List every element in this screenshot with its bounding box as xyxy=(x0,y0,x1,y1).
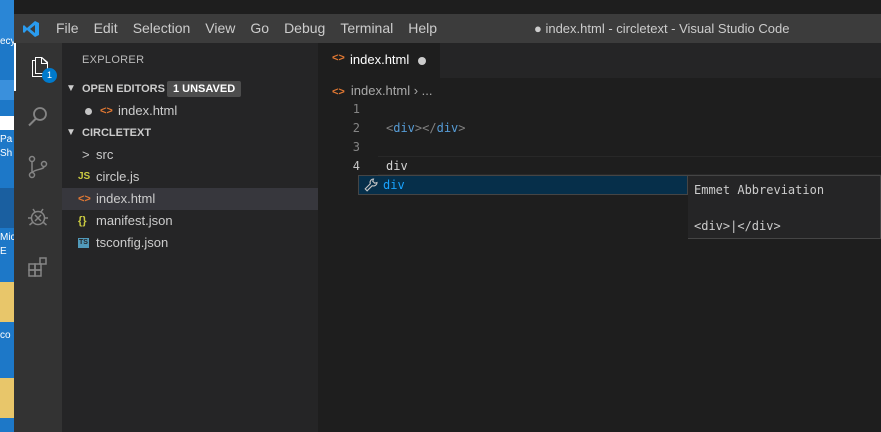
html-file-icon: <> xyxy=(332,52,345,64)
desktop-label: co xyxy=(0,330,11,341)
suggestion-item[interactable]: div xyxy=(359,176,687,194)
typescript-file-icon: TS xyxy=(78,238,89,248)
tree-item-tsconfig-json[interactable]: TS tsconfig.json xyxy=(62,232,318,254)
breadcrumb: <> index.html › ... xyxy=(332,81,433,102)
vscode-logo-icon xyxy=(23,21,39,37)
line-number: 1 xyxy=(352,102,360,116)
activity-search[interactable] xyxy=(14,93,62,141)
suggestion-details: Emmet Abbreviation <div>|</div> xyxy=(688,175,881,239)
menu-view[interactable]: View xyxy=(205,14,235,43)
desktop-icon-block xyxy=(0,116,14,130)
details-preview: <div>|</div> xyxy=(694,219,781,233)
source-control-icon xyxy=(28,155,48,179)
json-file-icon: {} xyxy=(78,215,87,227)
tree-item-label: index.html xyxy=(96,191,156,206)
desktop-label: Mic xyxy=(0,232,14,243)
line-number: 3 xyxy=(352,140,360,154)
unsaved-dot-icon xyxy=(85,108,92,115)
tree-item-label: src xyxy=(96,147,114,162)
desktop-label: Pa xyxy=(0,134,13,145)
tag-name: div xyxy=(436,121,459,135)
tab-index-html[interactable]: <> index.html xyxy=(318,43,440,78)
menu-bar: File Edit Selection View Go Debug Termin… xyxy=(56,14,452,43)
folder-title: CIRCLETEXT xyxy=(82,127,152,139)
folder-icon xyxy=(0,282,14,322)
unsaved-dot-icon[interactable] xyxy=(418,57,426,65)
desktop-icon-block xyxy=(0,188,14,228)
chevron-down-icon: ▼ xyxy=(66,127,76,138)
menu-terminal[interactable]: Terminal xyxy=(340,14,393,43)
editor-area: <> index.html <> index.html › ... 1 2 3 4… xyxy=(318,43,881,432)
tree-item-index-html[interactable]: <> index.html xyxy=(62,188,318,210)
tag-bracket: > xyxy=(458,121,466,135)
chevron-right-icon: > xyxy=(82,147,90,162)
search-icon xyxy=(28,107,47,127)
javascript-file-icon: JS xyxy=(78,171,91,182)
tree-item-label: tsconfig.json xyxy=(96,235,169,250)
menu-edit[interactable]: Edit xyxy=(94,14,118,43)
explorer-badge: 1 xyxy=(42,68,57,83)
desktop-icon-block xyxy=(0,80,14,100)
desktop-label: Sh xyxy=(0,148,13,159)
window-title: ● index.html - circletext - Visual Studi… xyxy=(534,21,790,36)
folder-section[interactable]: ▼ CIRCLETEXT xyxy=(62,122,318,144)
code-text: div xyxy=(386,159,408,173)
tab-bar: <> index.html xyxy=(318,43,881,78)
menu-debug[interactable]: Debug xyxy=(284,14,325,43)
menu-help[interactable]: Help xyxy=(408,14,437,43)
explorer-header: EXPLORER xyxy=(82,54,145,66)
menu-go[interactable]: Go xyxy=(250,14,269,43)
open-editors-title: OPEN EDITORS xyxy=(82,83,165,95)
open-editors-section[interactable]: ▼ OPEN EDITORS 1 UNSAVED xyxy=(62,78,318,100)
suggestion-widget: div xyxy=(358,175,688,195)
tag-bracket: ></ xyxy=(414,121,437,135)
html-file-icon: <> xyxy=(332,86,345,98)
activity-source-control[interactable] xyxy=(14,143,62,191)
html-file-icon: <> xyxy=(78,193,91,205)
menu-file[interactable]: File xyxy=(56,14,79,43)
tree-item-label: manifest.json xyxy=(96,213,173,228)
line-number: 2 xyxy=(352,121,360,135)
chevron-down-icon: ▼ xyxy=(66,83,76,94)
title-bar: File Edit Selection View Go Debug Termin… xyxy=(14,14,881,43)
current-line-highlight xyxy=(378,156,881,175)
extensions-icon xyxy=(28,257,47,277)
tab-label: index.html xyxy=(350,52,410,67)
activity-explorer[interactable]: 1 xyxy=(14,43,62,91)
suggestion-label: div xyxy=(383,178,405,192)
tree-item-src[interactable]: > src xyxy=(62,144,318,166)
tree-item-label: circle.js xyxy=(96,169,140,184)
folder-icon xyxy=(0,378,14,418)
code-line[interactable]: div xyxy=(386,157,408,176)
explorer-sidebar: EXPLORER ▼ OPEN EDITORS 1 UNSAVED <> ind… xyxy=(62,43,318,432)
wrench-icon xyxy=(364,178,378,192)
tree-item-circle-js[interactable]: JS circle.js xyxy=(62,166,318,188)
menu-selection[interactable]: Selection xyxy=(133,14,191,43)
breadcrumb-file[interactable]: index.html xyxy=(351,83,410,98)
details-title: Emmet Abbreviation xyxy=(694,183,825,197)
debug-icon xyxy=(28,208,48,226)
breadcrumb-rest[interactable]: › ... xyxy=(410,83,433,98)
activity-bar: 1 xyxy=(14,43,62,432)
html-file-icon: <> xyxy=(100,105,113,117)
open-editor-label: index.html xyxy=(118,103,178,118)
activity-extensions[interactable] xyxy=(14,243,62,291)
unsaved-badge: 1 UNSAVED xyxy=(167,81,242,97)
open-editor-item[interactable]: <> index.html xyxy=(62,100,318,122)
desktop-strip: ecy Pa Sh Mic E co xyxy=(0,0,14,432)
tree-item-manifest-json[interactable]: {} manifest.json xyxy=(62,210,318,232)
desktop-label: ecy xyxy=(0,36,14,47)
desktop-label: E xyxy=(0,246,7,257)
tag-name: div xyxy=(393,121,415,135)
desktop-icon-block xyxy=(0,0,14,40)
activity-debug[interactable] xyxy=(14,193,62,241)
code-line[interactable]: <div></div> xyxy=(386,119,466,138)
line-number: 4 xyxy=(352,159,360,173)
